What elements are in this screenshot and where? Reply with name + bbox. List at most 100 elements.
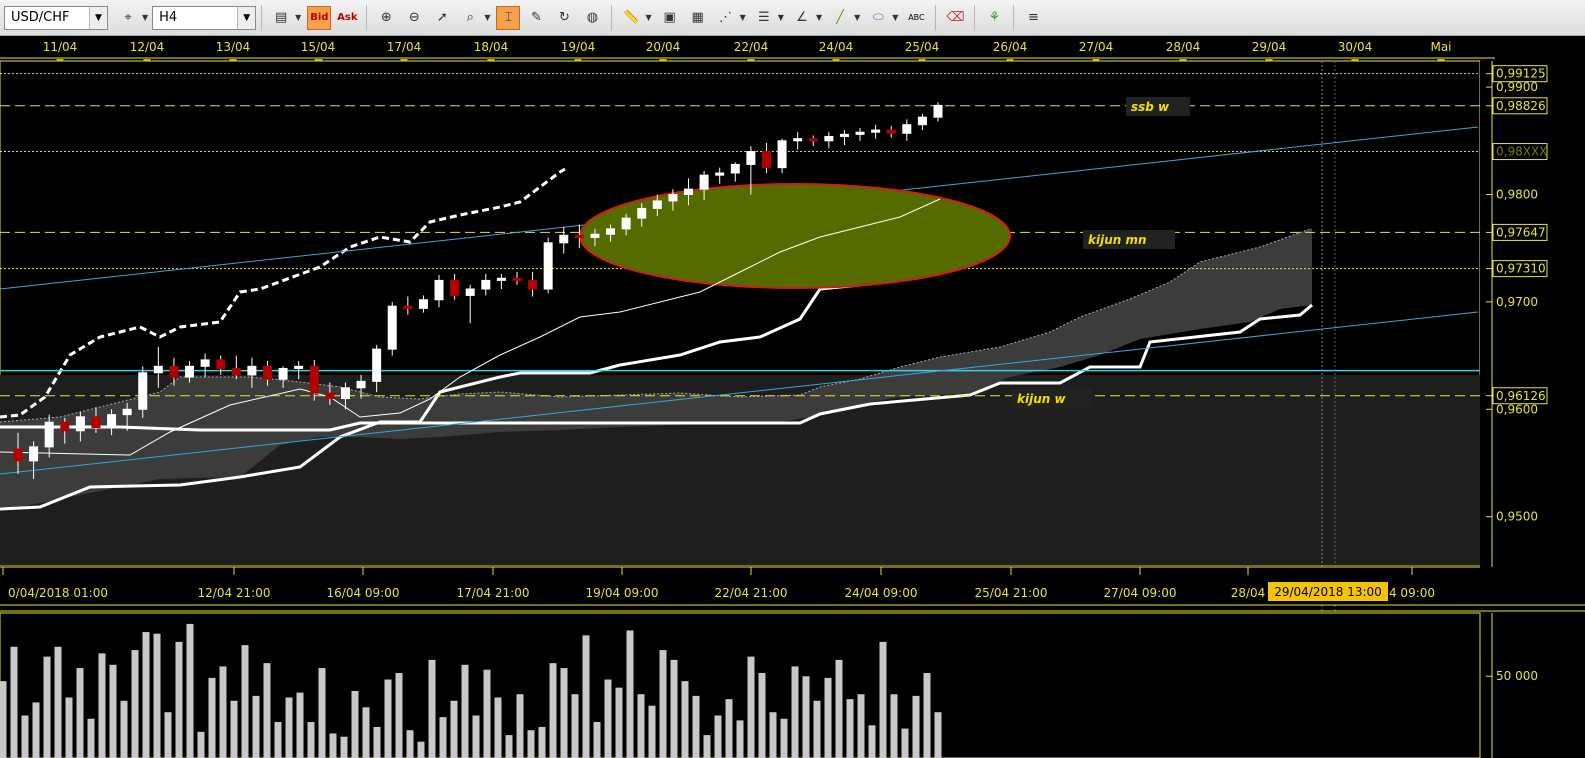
- volume-bar: [241, 645, 249, 758]
- volume-bar: [505, 735, 513, 758]
- cursor-time-label: 29/04/2018 13:00: [1274, 585, 1382, 599]
- time-label: 22/04 21:00: [715, 586, 788, 600]
- date-label: 18/04: [474, 40, 509, 54]
- divider: [261, 4, 263, 31]
- volume-bar: [824, 677, 832, 758]
- price-label: 0,9900: [1496, 80, 1538, 94]
- volume-bar: [406, 730, 414, 758]
- globe-icon[interactable]: ◍: [580, 6, 604, 30]
- volume-bar: [120, 700, 128, 758]
- bar-chart-icon[interactable]: ▤: [269, 6, 293, 30]
- eraser-icon[interactable]: ⌫: [943, 6, 967, 30]
- volume-bar: [483, 669, 491, 758]
- image-icon[interactable]: ▣: [658, 6, 682, 30]
- volume-bar: [307, 722, 315, 758]
- bullish-candle: [200, 359, 210, 367]
- bid-button[interactable]: Bid: [307, 5, 332, 30]
- time-label: 28/04: [1231, 586, 1266, 600]
- date-label: 15/04: [301, 40, 336, 54]
- volume-bar: [175, 641, 183, 758]
- chevron-down-icon[interactable]: ▼: [778, 13, 784, 22]
- volume-bar: [76, 668, 84, 758]
- volume-bar: [296, 692, 304, 758]
- bullish-candle: [44, 421, 54, 448]
- bullish-candle: [294, 365, 304, 369]
- divider: [611, 4, 613, 31]
- bullish-candle: [29, 446, 39, 462]
- ruler-icon[interactable]: 📏: [619, 6, 643, 30]
- chevron-down-icon[interactable]: ▼: [816, 13, 822, 22]
- volume-pane[interactable]: 50 000: [0, 612, 1538, 758]
- time-axis: 0/04/2018 01:00 12/04 21:00 16/04 09:00 17/…: [0, 566, 1585, 612]
- volume-bar: [285, 697, 293, 758]
- date-label: 30/04: [1338, 40, 1373, 54]
- pointer-icon[interactable]: ➚: [430, 6, 454, 30]
- fibonacci-icon[interactable]: ⋰: [714, 6, 738, 30]
- chevron-down-icon[interactable]: ▼: [740, 13, 746, 22]
- bullish-candle: [75, 416, 85, 432]
- zoom-icon[interactable]: ⌕: [458, 6, 482, 30]
- bearish-candle: [761, 151, 771, 169]
- volume-bar: [637, 694, 645, 758]
- bullish-candle: [340, 387, 350, 400]
- volume-bar: [54, 646, 62, 758]
- note-icon[interactable]: ✎: [524, 6, 548, 30]
- zoom-in-icon[interactable]: ⊕: [374, 6, 398, 30]
- bullish-candle: [372, 348, 382, 382]
- date-label: 29/04: [1252, 40, 1287, 54]
- chevron-down-icon[interactable]: ▼: [645, 13, 651, 22]
- refresh-icon[interactable]: ↻: [552, 6, 576, 30]
- chevron-down-icon[interactable]: ▼: [484, 13, 490, 22]
- chevron-down-icon[interactable]: ▼: [142, 13, 148, 22]
- bullish-candle: [699, 174, 709, 190]
- menu-icon[interactable]: ≡: [1021, 6, 1045, 30]
- chevron-down-icon[interactable]: ▼: [89, 6, 107, 29]
- time-label: 19/04 09:00: [586, 586, 659, 600]
- volume-bar: [681, 681, 689, 758]
- volume-bar: [32, 702, 40, 758]
- text-tool-button[interactable]: ABC: [904, 6, 928, 30]
- crosshair-icon[interactable]: ⌖: [116, 6, 140, 30]
- brush-icon[interactable]: ╱: [828, 6, 852, 30]
- zoom-out-icon[interactable]: ⊖: [402, 6, 426, 30]
- price-label: 0,97310: [1496, 262, 1546, 276]
- volume-bar: [142, 632, 150, 758]
- price-label: 0,96126: [1496, 389, 1546, 403]
- bullish-candle: [621, 217, 631, 230]
- chevron-down-icon[interactable]: ▼: [892, 13, 898, 22]
- bullish-candle: [839, 133, 849, 138]
- bullish-candle: [247, 365, 257, 376]
- toolbar: USD/CHF ▼ ⌖ ▼ H4 ▼ ▤ ▼ Bid Ask ⊕ ⊖ ➚ ⌕ ▼ ⌶ …: [0, 0, 1585, 36]
- date-label: 26/04: [993, 40, 1028, 54]
- current-price-label: 0,98XXX: [1496, 145, 1547, 159]
- chevron-down-icon[interactable]: ▼: [854, 13, 860, 22]
- window-icon[interactable]: ▦: [686, 6, 710, 30]
- date-label: 27/04: [1079, 40, 1114, 54]
- chevron-down-icon[interactable]: ▼: [237, 6, 256, 29]
- price-label: 0,9700: [1496, 295, 1538, 309]
- timeframe-select[interactable]: H4 ▼: [152, 5, 257, 30]
- volume-bar: [494, 697, 502, 758]
- chevron-down-icon[interactable]: ▼: [295, 13, 301, 22]
- tree-icon[interactable]: ⚘: [982, 6, 1006, 30]
- bullish-candle: [684, 188, 694, 195]
- bullish-candle: [715, 172, 725, 176]
- volume-bar: [571, 694, 579, 758]
- divider: [366, 4, 368, 31]
- volume-bar: [692, 695, 700, 758]
- bearish-candle: [309, 365, 319, 394]
- bullish-candle: [107, 414, 117, 429]
- volume-bar: [846, 699, 854, 758]
- ask-button[interactable]: Ask: [335, 6, 359, 30]
- bearish-candle: [216, 359, 226, 369]
- lines-icon[interactable]: ☰: [752, 6, 776, 30]
- price-axis: 0,991250,9900 0,98826 0,9800 0,97647 0,97310…: [1480, 61, 1585, 577]
- chart-area[interactable]: 11/04 12/04 13/04 15/04 17/04 18/04 19/04 20/04…: [0, 37, 1585, 758]
- bid-label: Bid: [310, 12, 329, 23]
- symbol-select[interactable]: USD/CHF ▼: [4, 5, 108, 30]
- volume-bar: [450, 700, 458, 758]
- ellipse-icon[interactable]: ⬭: [866, 6, 890, 30]
- bullish-candle: [730, 163, 740, 174]
- angle-icon[interactable]: ∠: [790, 6, 814, 30]
- anchor-icon[interactable]: ⌶: [496, 5, 521, 30]
